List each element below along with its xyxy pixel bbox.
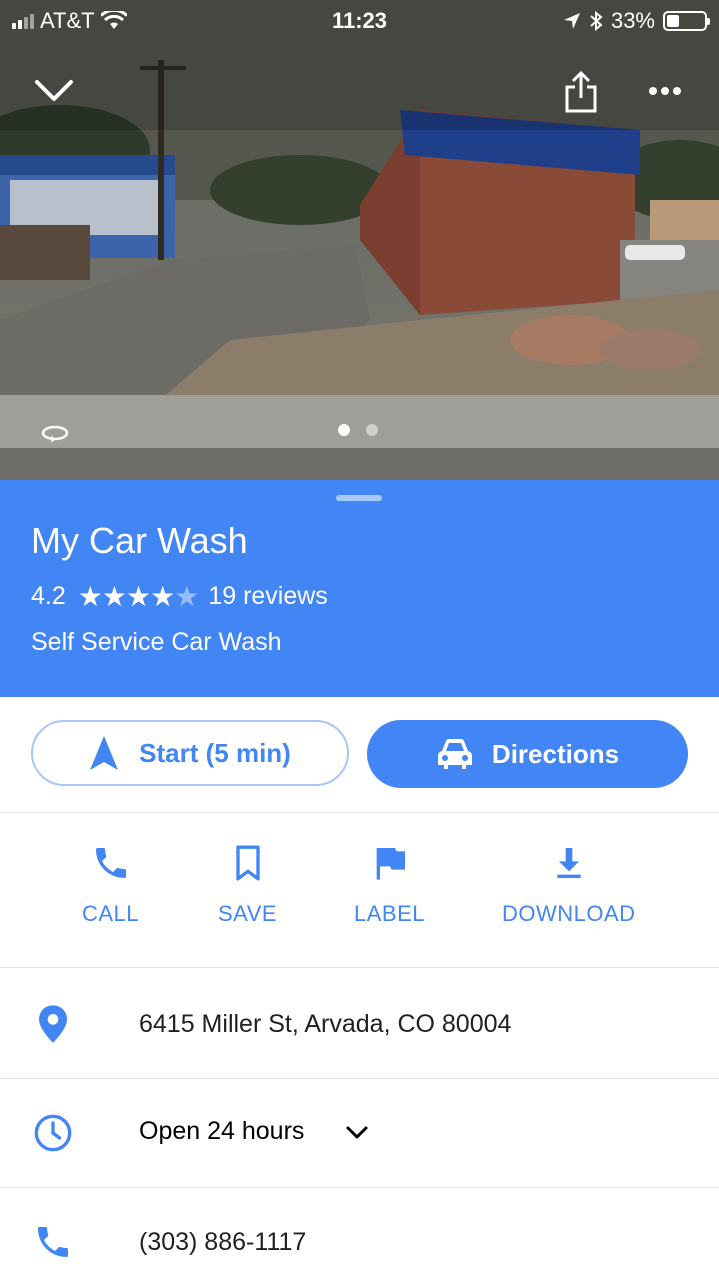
rating-stars: ★★★★★ (77, 580, 200, 613)
battery-icon (663, 11, 710, 31)
save-action[interactable]: SAVE (218, 843, 277, 927)
place-photo[interactable]: AT&T 11:23 33% (0, 0, 719, 480)
label-label: LABEL (354, 901, 425, 926)
quick-actions: CALL SAVE LABEL DOWNLOAD (0, 813, 719, 968)
address-text: 6415 Miller St, Arvada, CO 80004 (139, 1010, 512, 1038)
call-label: CALL (82, 901, 140, 926)
street-view-360-button[interactable] (40, 422, 70, 449)
label-action[interactable]: LABEL (354, 843, 425, 927)
chevron-down-icon[interactable] (345, 1125, 369, 1141)
star-icon: ★ (77, 581, 103, 612)
photo-pagination (338, 424, 378, 436)
bookmark-icon (235, 845, 260, 881)
clock-icon (34, 1114, 72, 1152)
rating-value: 4.2 (31, 582, 66, 610)
place-category: Self Service Car Wash (31, 628, 282, 656)
more-horizontal-icon (649, 87, 681, 95)
phone-icon (38, 1227, 68, 1257)
status-bar: AT&T 11:23 33% (0, 0, 719, 40)
rating-row[interactable]: 4.2 ★★★★★ 19 reviews (31, 580, 328, 613)
download-label: DOWNLOAD (502, 901, 636, 926)
place-name: My Car Wash (31, 520, 248, 561)
directions-button-label: Directions (491, 738, 620, 769)
address-row[interactable]: 6415 Miller St, Arvada, CO 80004 (0, 968, 719, 1079)
start-button-label: Start (5 min) (139, 737, 291, 768)
more-options-button[interactable] (648, 84, 682, 102)
location-arrow-icon (563, 13, 580, 29)
star-icon: ★ (174, 581, 199, 612)
location-pin-icon (39, 1005, 67, 1043)
phone-row[interactable]: (303) 886-1117 (0, 1188, 719, 1278)
pagination-dot[interactable] (366, 424, 378, 436)
pagination-dot[interactable] (338, 424, 350, 436)
car-icon (437, 739, 472, 769)
battery-percent: 33% (610, 8, 655, 33)
flag-icon (376, 848, 405, 880)
download-action[interactable]: DOWNLOAD (502, 843, 636, 927)
share-icon (565, 70, 597, 113)
rotate-360-icon (41, 425, 69, 442)
phone-icon (95, 848, 126, 878)
drag-handle[interactable] (336, 495, 382, 501)
primary-actions: Start (5 min) Directions (0, 697, 719, 813)
street-view-image (0, 0, 719, 480)
star-icon: ★ (101, 581, 127, 612)
directions-button[interactable]: Directions (367, 720, 688, 788)
phone-number: (303) 886-1117 (139, 1228, 307, 1256)
download-icon (557, 848, 581, 878)
bluetooth-icon (590, 11, 603, 31)
hours-text: Open 24 hours (139, 1117, 305, 1145)
chevron-down-icon (35, 80, 73, 101)
review-count: 19 reviews (208, 582, 328, 610)
navigation-arrow-icon (90, 736, 119, 770)
collapse-button[interactable] (34, 78, 74, 109)
save-label: SAVE (218, 901, 278, 926)
share-button[interactable] (563, 70, 599, 119)
start-navigation-button[interactable]: Start (5 min) (31, 720, 349, 786)
star-icon: ★ (150, 581, 175, 612)
star-icon: ★ (125, 581, 151, 612)
hours-row[interactable]: Open 24 hours (0, 1079, 719, 1188)
place-info-panel[interactable]: My Car Wash 4.2 ★★★★★ 19 reviews Self Se… (0, 480, 719, 697)
call-action[interactable]: CALL (82, 843, 139, 927)
